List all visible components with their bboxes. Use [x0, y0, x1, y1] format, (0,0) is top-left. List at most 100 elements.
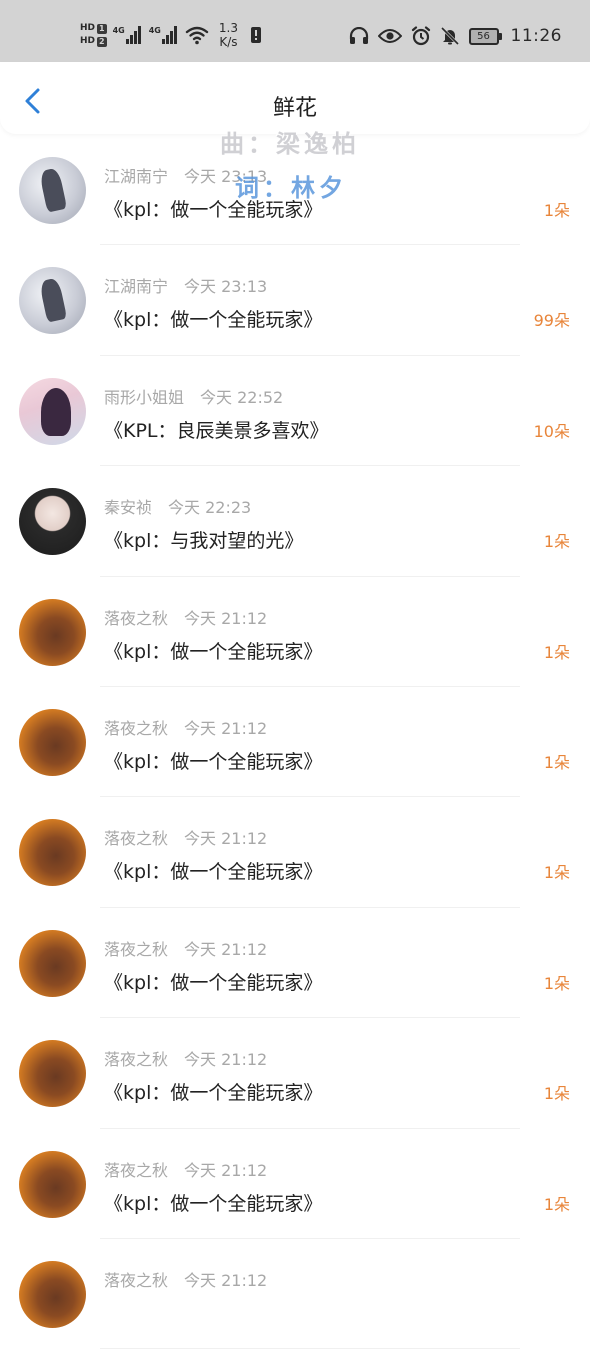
- gift-time: 今天 23:13: [184, 277, 268, 297]
- song-title: 《kpl：做一个全能玩家》: [104, 640, 323, 663]
- gift-meta: 江湖南宁 今天 23:13: [104, 273, 267, 297]
- flower-count: 1朵: [543, 1084, 570, 1104]
- user-name[interactable]: 落夜之秋: [104, 719, 168, 738]
- speed-unit: K/s: [219, 35, 238, 49]
- status-time: 11:26: [510, 26, 562, 46]
- list-item[interactable]: 落夜之秋 今天 21:12 《kpl：做一个全能玩家》 1朵: [0, 577, 590, 687]
- eye-icon: [377, 29, 402, 43]
- battery-icon: 56: [468, 27, 502, 45]
- user-name[interactable]: 江湖南宁: [104, 167, 168, 186]
- avatar[interactable]: [19, 157, 86, 224]
- alarm-icon: [411, 26, 430, 46]
- list-item[interactable]: 江湖南宁 今天 23:13 《kpl：做一个全能玩家》 99朵: [0, 245, 590, 356]
- gift-meta: 雨形小姐姐 今天 22:52: [104, 384, 283, 408]
- signal-2: 4G: [149, 26, 177, 44]
- avatar[interactable]: [19, 488, 86, 556]
- avatar[interactable]: [19, 377, 86, 445]
- signal-1: 4G: [113, 26, 141, 44]
- user-name[interactable]: 秦安祯: [104, 498, 152, 517]
- flower-count: 99朵: [533, 311, 570, 331]
- user-name[interactable]: 落夜之秋: [104, 1161, 168, 1180]
- gift-list: 江湖南宁 今天 23:13 《kpl：做一个全能玩家》 1朵 江湖南宁 今天 23:13 《…: [0, 135, 590, 1349]
- wifi-icon: [185, 26, 209, 45]
- avatar[interactable]: [19, 1040, 86, 1108]
- gift-meta: 落夜之秋 今天 21:12: [104, 1046, 267, 1070]
- gift-time: 今天 23:13: [184, 167, 268, 186]
- list-item[interactable]: 落夜之秋 今天 21:12 《kpl：做一个全能玩家》 1朵: [0, 797, 590, 908]
- gift-meta: 落夜之秋 今天 21:12: [104, 605, 267, 629]
- gift-meta: 落夜之秋 今天 21:12: [104, 825, 267, 849]
- bell-off-icon: [440, 26, 459, 46]
- song-title: 《KPL：良辰美景多喜欢》: [104, 419, 329, 442]
- song-title: 《kpl：做一个全能玩家》: [104, 861, 323, 884]
- flower-count: 1朵: [543, 752, 570, 772]
- gift-time: 今天 22:52: [200, 387, 284, 407]
- network-speed: 1.3 K/s: [219, 21, 238, 49]
- battery-level: 56: [468, 27, 499, 45]
- avatar[interactable]: [19, 598, 86, 666]
- user-name[interactable]: 落夜之秋: [104, 940, 168, 959]
- avatar[interactable]: [19, 929, 86, 997]
- gift-time: 今天 21:12: [184, 939, 268, 959]
- status-right: 56 11:26: [349, 22, 563, 50]
- song-title: 《kpl：做一个全能玩家》: [104, 971, 323, 994]
- list-item[interactable]: 落夜之秋 今天 21:12 《kpl：做一个全能玩家》 1朵: [0, 687, 590, 798]
- gift-time: 今天 21:12: [184, 1050, 268, 1070]
- list-item[interactable]: 落夜之秋 今天 21:12 《kpl：做一个全能玩家》 1朵: [0, 1129, 590, 1239]
- hd-label: HD: [80, 23, 96, 33]
- flower-count: 1朵: [543, 201, 570, 220]
- user-name[interactable]: 落夜之秋: [104, 609, 168, 628]
- gift-meta: 落夜之秋 今天 21:12: [104, 715, 267, 739]
- status-bar: HD 1 HD 2 4G 4G 1.3 K/s 56 11:26: [0, 0, 590, 62]
- flower-count: 1朵: [543, 973, 570, 993]
- avatar[interactable]: [19, 819, 86, 887]
- song-title: 《kpl：做一个全能玩家》: [104, 309, 323, 332]
- list-item[interactable]: 江湖南宁 今天 23:13 《kpl：做一个全能玩家》 1朵: [0, 135, 590, 246]
- song-title: 《kpl：做一个全能玩家》: [104, 750, 323, 773]
- speed-value: 1.3: [218, 21, 238, 35]
- network-type: 4G: [148, 26, 161, 35]
- avatar[interactable]: [19, 708, 86, 776]
- user-name[interactable]: 落夜之秋: [104, 1271, 168, 1290]
- gift-meta: 落夜之秋 今天 21:12: [104, 936, 267, 960]
- gift-time: 今天 21:12: [184, 829, 268, 849]
- network-type: 4G: [112, 26, 125, 35]
- avatar[interactable]: [19, 267, 86, 335]
- hd-2: HD 2: [80, 36, 107, 47]
- user-name[interactable]: 落夜之秋: [104, 829, 168, 848]
- headphones-icon: [349, 27, 368, 44]
- list-item[interactable]: 秦安祯 今天 22:23 《kpl：与我对望的光》 1朵: [0, 466, 590, 577]
- list-item[interactable]: 落夜之秋 今天 21:12: [0, 1239, 590, 1349]
- song-title: 《kpl：与我对望的光》: [104, 530, 304, 553]
- gift-time: 今天 21:12: [184, 718, 268, 738]
- gift-meta: 落夜之秋 今天 21:12: [104, 1157, 267, 1181]
- signal-bars-icon: [161, 26, 177, 44]
- nav-bar: 鲜花: [0, 62, 590, 134]
- gift-time: 今天 21:12: [184, 1160, 268, 1180]
- flower-count: 1朵: [543, 863, 570, 883]
- list-item[interactable]: 雨形小姐姐 今天 22:52 《KPL：良辰美景多喜欢》 10朵: [0, 356, 590, 467]
- list-item[interactable]: 落夜之秋 今天 21:12 《kpl：做一个全能玩家》 1朵: [0, 908, 590, 1019]
- avatar[interactable]: [19, 1260, 86, 1328]
- hd-indicators: HD 1 HD 2: [80, 23, 107, 47]
- flower-count: 1朵: [543, 1194, 570, 1214]
- gift-meta: 江湖南宁 今天 23:13: [104, 163, 267, 187]
- user-name[interactable]: 雨形小姐姐: [104, 388, 184, 407]
- sim-2-badge: 2: [97, 36, 107, 47]
- list-item[interactable]: 落夜之秋 今天 21:12 《kpl：做一个全能玩家》 1朵: [0, 1018, 590, 1129]
- user-name[interactable]: 落夜之秋: [104, 1050, 168, 1069]
- gift-time: 今天 22:23: [168, 498, 252, 518]
- avatar[interactable]: [19, 1150, 86, 1218]
- flower-count: 1朵: [543, 642, 570, 662]
- hd-label: HD: [80, 36, 96, 46]
- flower-count: 10朵: [533, 421, 570, 441]
- page-title: 鲜花: [272, 96, 317, 121]
- user-name[interactable]: 江湖南宁: [104, 277, 168, 296]
- gift-time: 今天 21:12: [184, 608, 268, 628]
- status-left: HD 1 HD 2 4G 4G 1.3 K/s: [80, 18, 262, 52]
- sim-1-badge: 1: [97, 23, 107, 34]
- signal-bars-icon: [125, 26, 141, 44]
- gift-meta: 落夜之秋 今天 21:12: [104, 1267, 267, 1291]
- hd-1: HD 1: [80, 23, 107, 34]
- song-title: 《kpl：做一个全能玩家》: [104, 1082, 323, 1105]
